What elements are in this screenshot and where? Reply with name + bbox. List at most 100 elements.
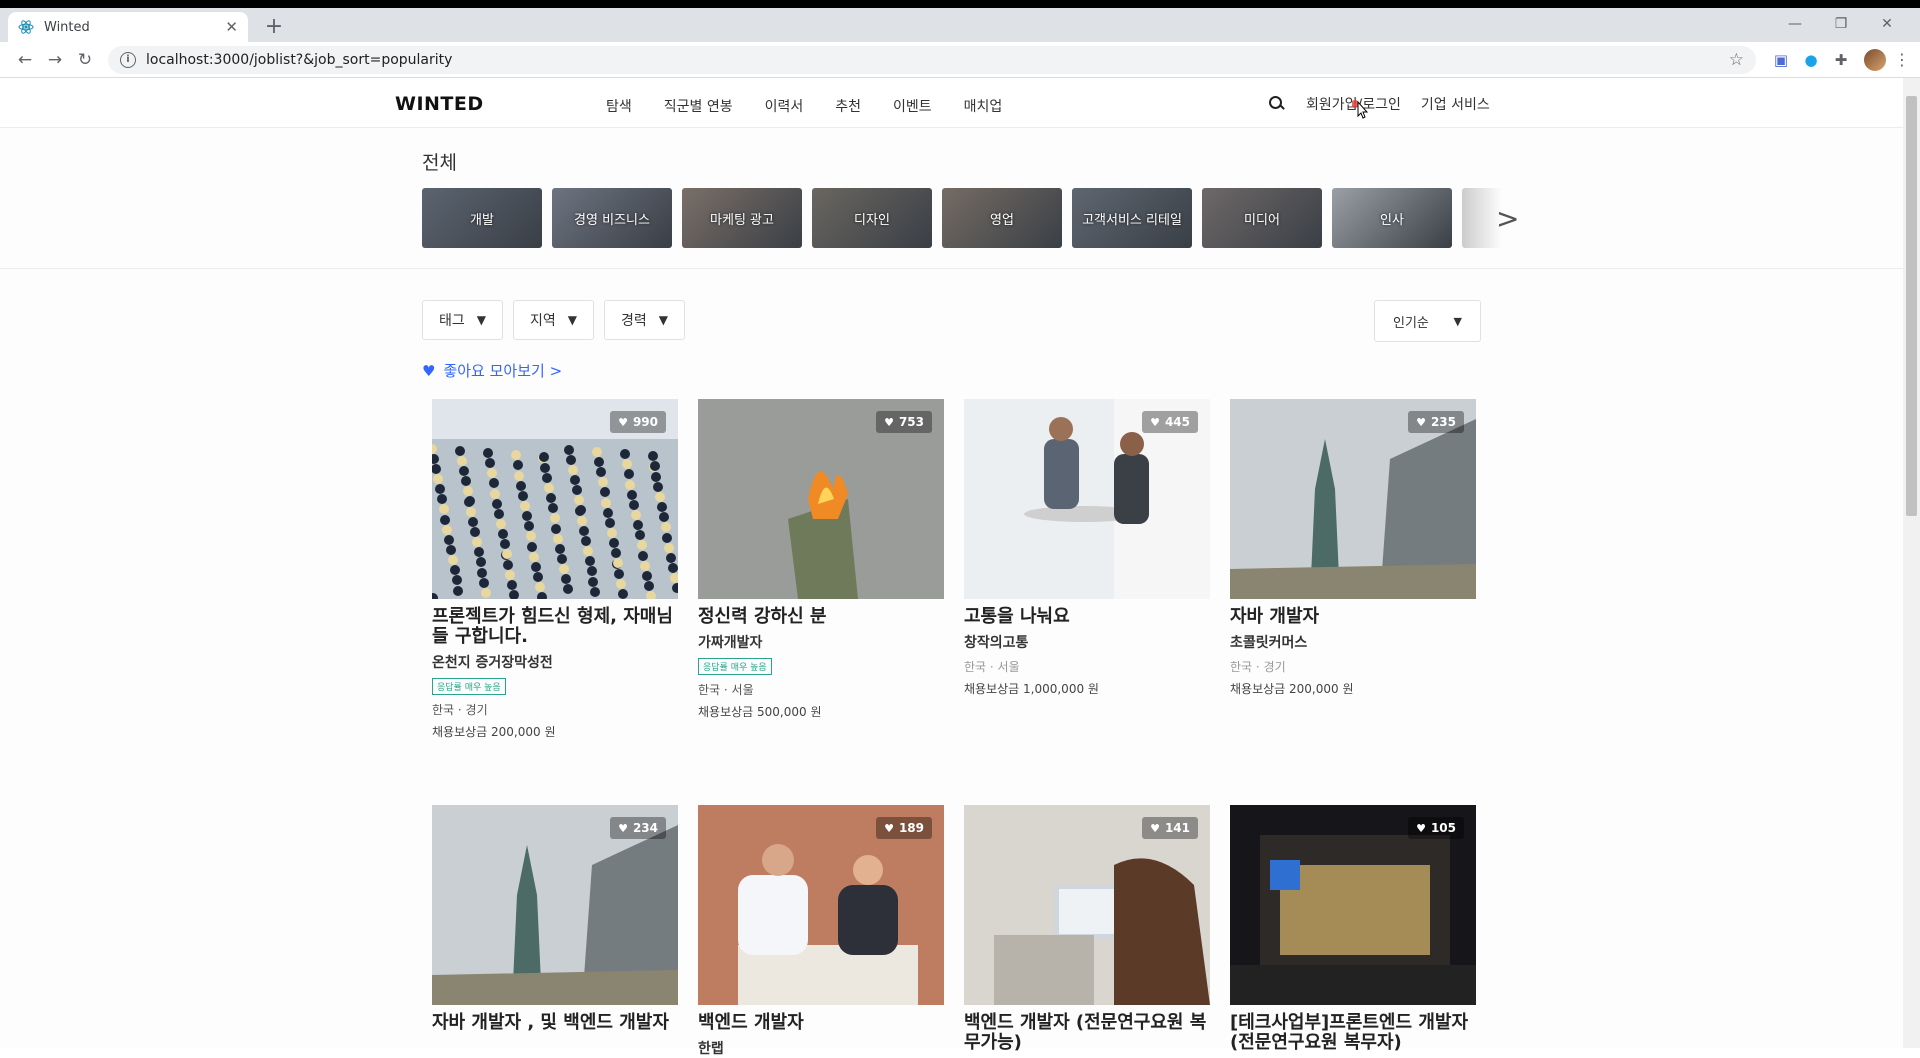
job-thumbnail[interactable]: ♥ 235 [1230, 399, 1476, 599]
job-location: 한국 · 경기 [1230, 660, 1286, 674]
job-thumbnail[interactable]: ♥ 234 [432, 805, 678, 1005]
job-card[interactable]: ♥ 235 자바 개발자 초콜릿커머스 한국 · 경기 채용보상금 200,000 원 [1230, 399, 1476, 697]
reload-icon[interactable]: ↻ [70, 50, 100, 70]
category-label: 인사 [1380, 212, 1404, 228]
business-service-link[interactable]: 기업 서비스 [1421, 94, 1490, 114]
job-card[interactable]: ♥ 445 고통을 나눠요 창작의고통 한국 · 서울 채용보상금 1,000,000 원 [964, 399, 1210, 697]
like-count-badge[interactable]: ♥ 141 [1142, 817, 1198, 839]
caret-down-icon: ▼ [567, 313, 577, 327]
site-logo[interactable]: WINTED [395, 93, 484, 115]
mouse-cursor-icon [1352, 100, 1368, 119]
response-rate-badge: 응답률 매우 높음 [698, 658, 772, 675]
tab-title: Winted [44, 19, 90, 35]
heart-icon: ♥ [1150, 415, 1160, 429]
job-title[interactable]: 백엔드 개발자 [698, 1013, 944, 1033]
heart-icon: ♥ [1416, 821, 1426, 835]
category-card[interactable]: 인사 [1332, 188, 1452, 248]
url-field[interactable]: i localhost:3000/joblist?&job_sort=popul… [108, 45, 1756, 74]
nav-matchup[interactable]: 매치업 [964, 96, 1003, 116]
company-name: 한랩 [698, 1041, 724, 1057]
job-title[interactable]: 고통을 나눠요 [964, 607, 1210, 627]
like-collection-link[interactable]: ♥ 좋아요 모아보기 > [422, 360, 562, 381]
like-count-badge[interactable]: ♥ 234 [610, 817, 666, 839]
nav-event[interactable]: 이벤트 [893, 96, 932, 116]
region-filter-button[interactable]: 지역 ▼ [513, 300, 594, 340]
minimize-icon[interactable]: — [1772, 12, 1818, 36]
carousel-next-icon[interactable]: > [1496, 202, 1519, 235]
extensions-puzzle-icon[interactable]: ✚ [1826, 51, 1856, 69]
response-rate-badge: 응답률 매우 높음 [432, 678, 506, 695]
heart-icon: ♥ [422, 361, 436, 380]
job-card[interactable]: ♥ 189 백엔드 개발자한랩 [698, 805, 944, 1058]
like-count-badge[interactable]: ♥ 235 [1408, 411, 1464, 433]
job-thumbnail[interactable]: ♥ 990 [432, 399, 678, 599]
window-controls: — ❐ ✕ [1772, 12, 1910, 36]
career-filter-button[interactable]: 경력 ▼ [604, 300, 685, 340]
job-title[interactable]: 정신력 강하신 분 [698, 607, 944, 627]
like-count-badge[interactable]: ♥ 105 [1408, 817, 1464, 839]
job-card[interactable]: ♥ 141 백엔드 개발자 (전문연구요원 복무가능) [964, 805, 1210, 1053]
like-count: 105 [1430, 821, 1456, 835]
forward-icon[interactable]: → [40, 50, 70, 70]
page-scrollbar[interactable] [1903, 78, 1920, 1048]
extension-blue-icon[interactable]: ● [1796, 51, 1826, 69]
extension-cast-icon[interactable]: ▣ [1766, 51, 1796, 69]
nav-salary[interactable]: 직군별 연봉 [664, 96, 733, 116]
profile-avatar[interactable] [1864, 48, 1886, 71]
like-count-badge[interactable]: ♥ 990 [610, 411, 666, 433]
job-title[interactable]: 자바 개발자 , 및 백엔드 개발자 [432, 1013, 678, 1033]
section-divider [0, 268, 1903, 269]
nav-resume[interactable]: 이력서 [765, 96, 804, 116]
like-count-badge[interactable]: ♥ 753 [876, 411, 932, 433]
bookmark-star-icon[interactable]: ☆ [1729, 50, 1744, 70]
like-count: 753 [898, 415, 924, 429]
referral-reward: 채용보상금 500,000 원 [698, 705, 822, 719]
nav-explore[interactable]: 탐색 [606, 96, 632, 116]
like-count-badge[interactable]: ♥ 445 [1142, 411, 1198, 433]
scrollbar-thumb[interactable] [1906, 96, 1917, 516]
restore-icon[interactable]: ❐ [1818, 12, 1864, 36]
back-icon[interactable]: ← [10, 50, 40, 70]
category-title: 전체 [422, 152, 457, 174]
category-card[interactable]: 영업 [942, 188, 1062, 248]
new-tab-icon[interactable]: + [260, 14, 288, 39]
job-card[interactable]: ♥ 105 [테크사업부]프론트엔드 개발자(전문연구요원 복무자) [1230, 805, 1476, 1053]
browser-tab[interactable]: Winted ✕ [8, 12, 248, 42]
category-card[interactable]: 개발 [422, 188, 542, 248]
job-thumbnail[interactable]: ♥ 105 [1230, 805, 1476, 1005]
category-card[interactable]: 고객서비스 리테일 [1072, 188, 1192, 248]
like-count: 141 [1164, 821, 1190, 835]
tag-filter-button[interactable]: 태그 ▼ [422, 300, 503, 340]
category-card[interactable]: 미디어 [1202, 188, 1322, 248]
job-card[interactable]: ♥ 753 정신력 강하신 분 가짜개발자 응답률 매우 높음 한국 · 서울 채용보상금 … [698, 399, 944, 720]
job-title[interactable]: [테크사업부]프론트엔드 개발자(전문연구요원 복무자) [1230, 1013, 1476, 1053]
job-title[interactable]: 프론젝트가 힘드신 형제, 자매님들 구합니다. [432, 607, 678, 647]
job-card[interactable]: ♥ 234 자바 개발자 , 및 백엔드 개발자 [432, 805, 678, 1033]
category-card[interactable]: 경영 비즈니스 [552, 188, 672, 248]
browser-menu-icon[interactable]: ⋮ [1894, 50, 1910, 69]
sort-select[interactable]: 인기순 ▼ [1374, 300, 1481, 342]
job-thumbnail[interactable]: ♥ 753 [698, 399, 944, 599]
job-title[interactable]: 백엔드 개발자 (전문연구요원 복무가능) [964, 1013, 1210, 1053]
category-card[interactable]: 마케팅 광고 [682, 188, 802, 248]
address-bar: ← → ↻ i localhost:3000/joblist?&job_sort… [0, 42, 1920, 78]
close-window-icon[interactable]: ✕ [1864, 12, 1910, 36]
close-tab-icon[interactable]: ✕ [225, 18, 238, 36]
site-info-icon[interactable]: i [120, 51, 136, 68]
caret-down-icon: ▼ [658, 313, 668, 327]
job-title[interactable]: 자바 개발자 [1230, 607, 1476, 627]
header-right: 회원가입/로그인 기업 서비스 [1268, 94, 1490, 114]
job-card[interactable]: ♥ 990 프론젝트가 힘드신 형제, 자매님들 구합니다. 온천지 증거장막성전 응답… [432, 399, 678, 740]
category-card[interactable]: 디자인 [812, 188, 932, 248]
job-thumbnail[interactable]: ♥ 445 [964, 399, 1210, 599]
nav-recommend[interactable]: 추천 [835, 96, 861, 116]
search-icon[interactable] [1268, 95, 1286, 113]
heart-icon: ♥ [618, 415, 628, 429]
like-count-badge[interactable]: ♥ 189 [876, 817, 932, 839]
job-location: 한국 · 경기 [432, 703, 488, 717]
page-viewport: WINTED 탐색 직군별 연봉 이력서 추천 이벤트 매치업 회원가입/로그인… [0, 78, 1920, 1057]
company-name: 창작의고통 [964, 635, 1029, 651]
job-thumbnail[interactable]: ♥ 189 [698, 805, 944, 1005]
job-thumbnail[interactable]: ♥ 141 [964, 805, 1210, 1005]
heart-icon: ♥ [884, 415, 894, 429]
